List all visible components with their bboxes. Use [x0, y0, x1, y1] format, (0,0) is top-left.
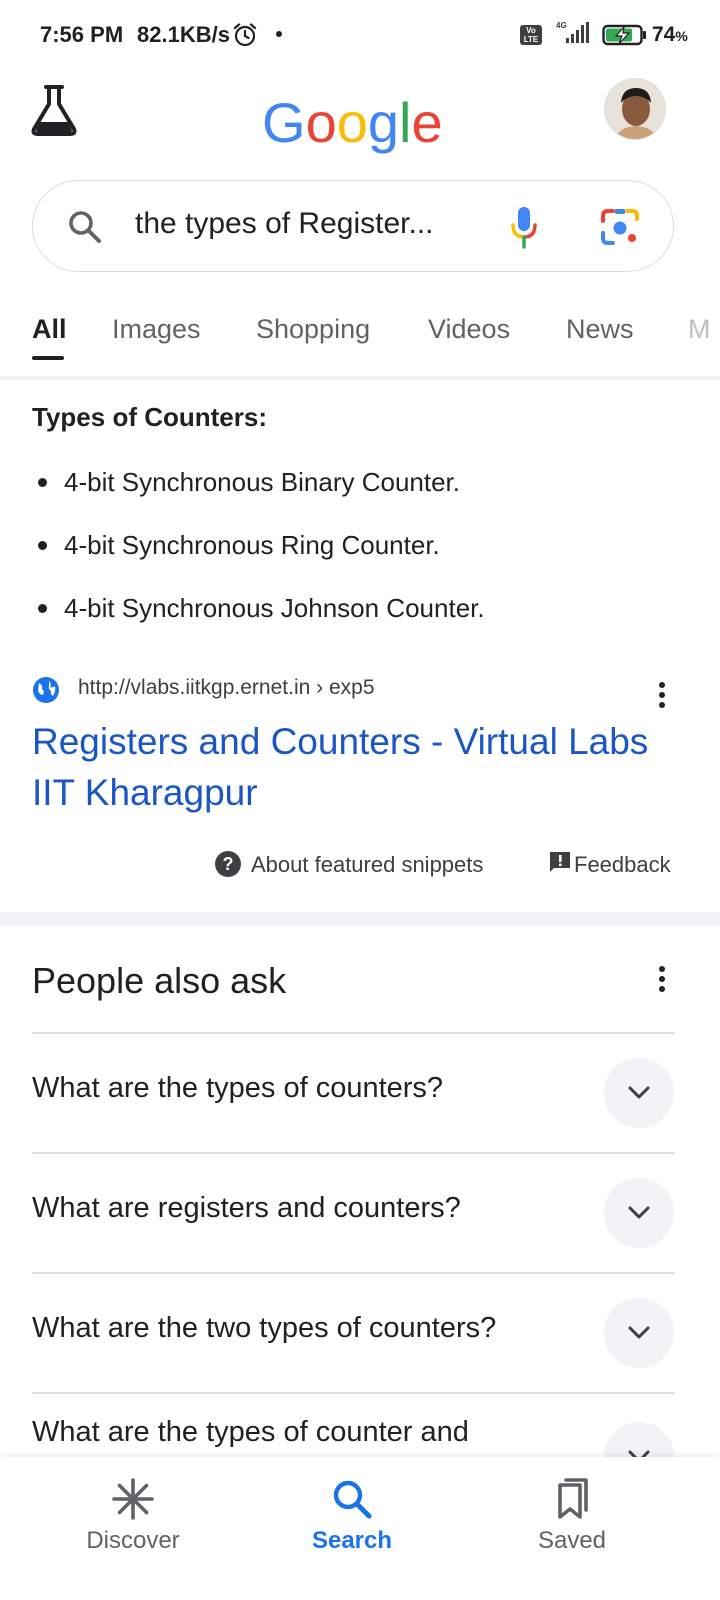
- nav-discover[interactable]: Discover: [13, 1457, 253, 1600]
- people-also-ask-heading: People also ask: [32, 960, 287, 1001]
- question-item[interactable]: What are registers and counters?: [32, 1152, 675, 1272]
- volte-icon: Vo LTE: [520, 25, 542, 45]
- snippet-list: 4-bit Synchronous Binary Counter. 4-bit …: [32, 460, 692, 649]
- search-bar[interactable]: the types of Register...: [32, 180, 674, 272]
- tab-all[interactable]: All: [32, 314, 67, 345]
- snippet-list-item: 4-bit Synchronous Ring Counter.: [32, 523, 692, 586]
- nav-search[interactable]: Search: [232, 1457, 472, 1600]
- result-source[interactable]: http://vlabs.iitkgp.ernet.in › exp5: [32, 672, 692, 712]
- question-text: What are the types of counters?: [32, 1072, 444, 1104]
- question-item[interactable]: What are the types of counters?: [32, 1032, 675, 1152]
- battery-percentage: 74%: [652, 23, 688, 47]
- about-featured-snippets-link[interactable]: About featured snippets: [251, 852, 483, 878]
- discover-icon: [112, 1478, 154, 1520]
- battery-value: 74: [652, 23, 676, 46]
- help-icon[interactable]: ?: [214, 850, 242, 878]
- network-type-label: 4G: [556, 21, 567, 30]
- globe-icon: [33, 677, 59, 703]
- battery-unit: %: [675, 28, 688, 44]
- question-text: What are the two types of counters?: [32, 1312, 497, 1344]
- battery-charging-icon: [602, 24, 646, 46]
- avatar[interactable]: [604, 78, 666, 140]
- profile-avatar-icon: [605, 79, 665, 139]
- nav-discover-label: Discover: [86, 1527, 180, 1554]
- svg-text:?: ?: [223, 854, 234, 874]
- nav-saved[interactable]: Saved: [452, 1457, 692, 1600]
- tab-images[interactable]: Images: [112, 314, 201, 345]
- microphone-icon[interactable]: [509, 205, 539, 249]
- result-title-link[interactable]: Registers and Counters - Virtual Labs II…: [32, 716, 652, 818]
- question-text: What are registers and counters?: [32, 1192, 461, 1224]
- feedback-link[interactable]: Feedback: [574, 852, 671, 878]
- status-network-speed: 82.1KB/s: [137, 22, 230, 47]
- snippet-list-item: 4-bit Synchronous Johnson Counter.: [32, 586, 692, 649]
- source-url: http://vlabs.iitkgp.ernet.in › exp5: [78, 676, 375, 699]
- search-tabs: All Images Shopping Videos News M: [0, 300, 720, 376]
- google-logo[interactable]: Google: [262, 86, 442, 158]
- tab-shopping[interactable]: Shopping: [256, 314, 370, 345]
- search-icon: [69, 211, 101, 243]
- alarm-icon: [233, 23, 257, 47]
- question-text: What are the types of counter and: [32, 1416, 469, 1448]
- nav-saved-label: Saved: [537, 1527, 607, 1554]
- feedback-icon[interactable]: [548, 850, 572, 874]
- chevron-down-icon: [628, 1206, 650, 1219]
- google-logo-text: Google: [262, 91, 442, 154]
- more-options-icon[interactable]: [652, 964, 672, 994]
- tabs-divider: [0, 376, 720, 380]
- chevron-down-icon: [628, 1326, 650, 1339]
- expand-button[interactable]: [604, 1298, 674, 1368]
- section-divider: [0, 912, 720, 926]
- status-time: 7:56 PM: [40, 22, 124, 47]
- nav-search-label: Search: [311, 1527, 393, 1554]
- people-also-ask-list: What are the types of counters? What are…: [32, 1032, 675, 1492]
- expand-button[interactable]: [604, 1178, 674, 1248]
- google-lens-icon[interactable]: [599, 207, 641, 247]
- snippet-heading: Types of Counters:: [32, 402, 267, 432]
- signal-icon: 4G: [556, 21, 589, 43]
- saved-icon: [558, 1478, 588, 1519]
- question-item[interactable]: What are the two types of counters?: [32, 1272, 675, 1392]
- flask-icon[interactable]: [28, 82, 80, 138]
- snippet-list-item: 4-bit Synchronous Binary Counter.: [32, 460, 692, 523]
- status-bar: 7:56 PM 82.1KB/s Vo LTE 4G 74%: [0, 0, 720, 70]
- chevron-down-icon: [628, 1086, 650, 1099]
- tab-more-partial[interactable]: M: [688, 314, 711, 345]
- search-input[interactable]: the types of Register...: [135, 207, 455, 241]
- tab-news[interactable]: News: [566, 314, 634, 345]
- expand-button[interactable]: [604, 1058, 674, 1128]
- more-options-icon[interactable]: [652, 680, 672, 710]
- active-tab-indicator: [32, 356, 64, 360]
- bottom-navigation: Discover Search Saved: [0, 1457, 720, 1600]
- search-icon: [333, 1480, 372, 1519]
- snippet-footer: ? About featured snippets Feedback: [0, 846, 720, 886]
- tab-videos[interactable]: Videos: [428, 314, 510, 345]
- notification-dot: [276, 31, 282, 37]
